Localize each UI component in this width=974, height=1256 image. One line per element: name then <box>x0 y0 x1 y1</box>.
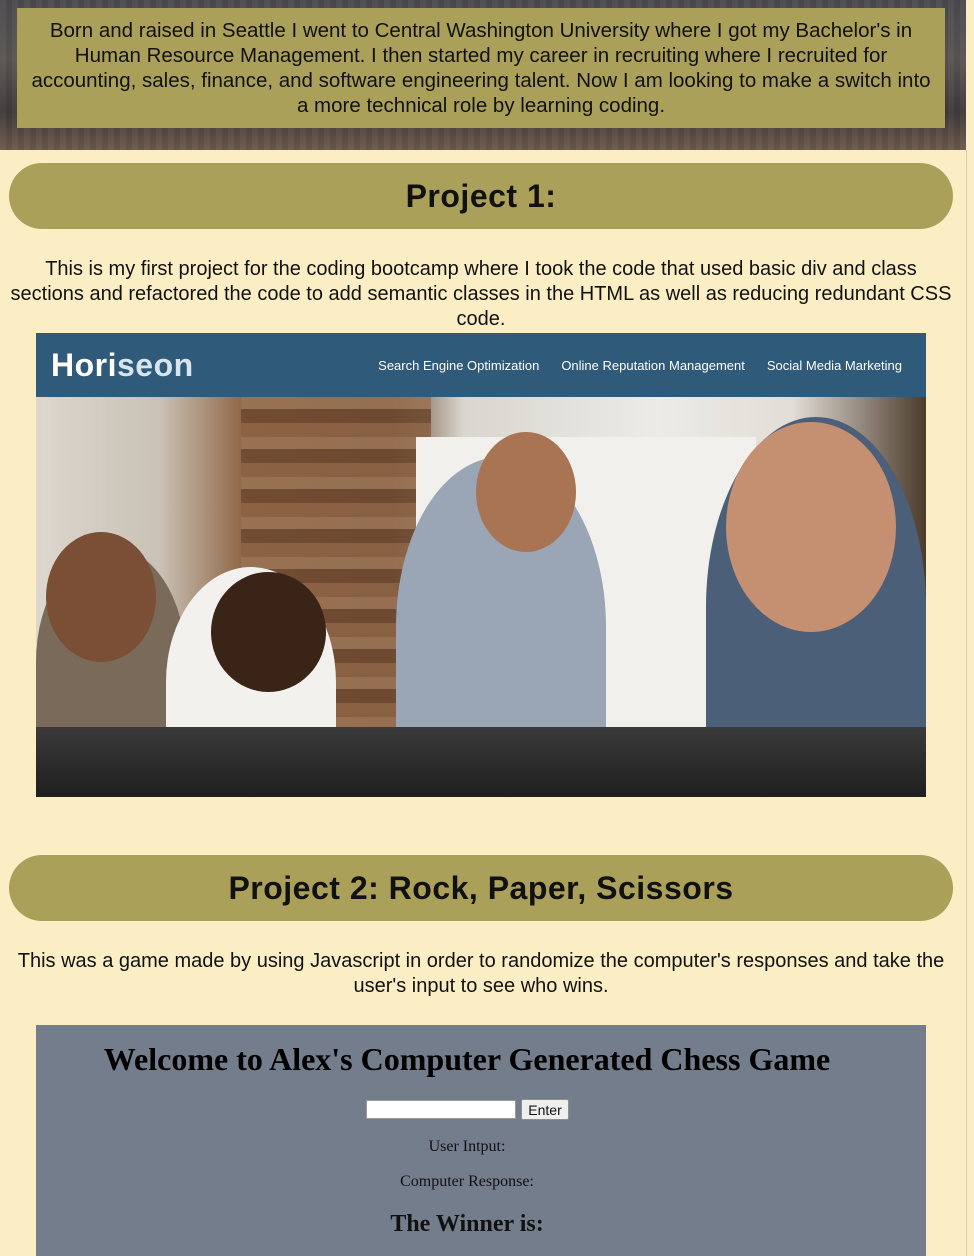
scroll-edge <box>966 150 974 1256</box>
logo-part1: Hori <box>51 346 117 383</box>
nav-link-reputation: Online Reputation Management <box>561 357 745 373</box>
project2-description: This was a game made by using Javascript… <box>17 950 945 997</box>
project1-title: Project 1: <box>9 163 953 229</box>
logo-part2: seon <box>117 346 194 383</box>
head-woman <box>211 572 326 692</box>
game-heading: Welcome to Alex's Computer Generated Che… <box>103 1041 831 1077</box>
horiseon-logo: Horiseon <box>51 347 194 384</box>
bio-text: Born and raised in Seattle I went to Cen… <box>17 8 945 128</box>
head-center <box>476 432 576 552</box>
winner-label: The Winner is: <box>390 1211 544 1237</box>
meeting-table <box>36 727 926 797</box>
game-text-input[interactable] <box>366 1100 516 1119</box>
nav-link-seo: Search Engine Optimization <box>378 357 540 373</box>
computer-response-label: Computer Response: <box>400 1173 534 1190</box>
nav-link-social: Social Media Marketing <box>766 357 902 373</box>
enter-button[interactable]: Enter <box>521 1099 569 1120</box>
project2-game: Welcome to Alex's Computer Generated Che… <box>36 1025 926 1256</box>
horiseon-nav-links: Search Engine Optimization Online Reputa… <box>378 358 902 373</box>
head-left <box>46 532 156 662</box>
project1-description: This is my first project for the coding … <box>10 258 952 330</box>
head-right <box>726 422 896 632</box>
project2-title: Project 2: Rock, Paper, Scissors <box>9 855 953 921</box>
team-meeting-photo <box>36 397 926 797</box>
project1-screenshot[interactable]: Horiseon Search Engine Optimization Onli… <box>36 333 926 797</box>
user-input-label: User Intput: <box>428 1138 506 1155</box>
horiseon-navbar: Horiseon Search Engine Optimization Onli… <box>36 333 926 397</box>
